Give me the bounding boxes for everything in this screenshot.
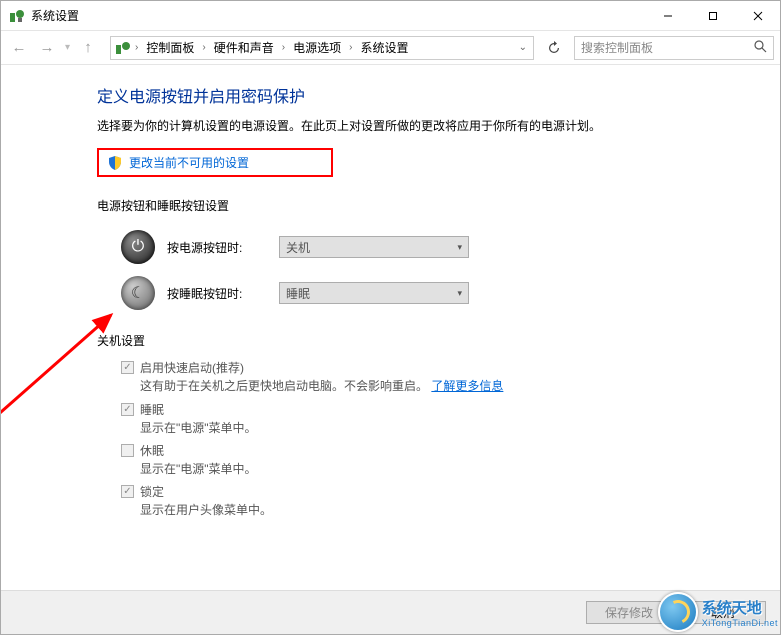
chevron-right-icon[interactable]: › xyxy=(200,42,207,53)
nav-history-dropdown[interactable]: ▾ xyxy=(63,42,72,53)
minimize-button[interactable] xyxy=(645,1,690,30)
fast-startup-option: 启用快速启动(推荐) 这有助于在关机之后更快地启动电脑。不会影响重启。 了解更多… xyxy=(121,359,756,396)
sleep-button-row: ☾ 按睡眠按钮时: 睡眠 ▾ xyxy=(121,270,756,316)
chevron-right-icon[interactable]: › xyxy=(280,42,287,53)
dropdown-value: 关机 xyxy=(286,239,310,256)
search-placeholder: 搜索控制面板 xyxy=(581,39,653,56)
chevron-right-icon[interactable]: › xyxy=(347,42,354,53)
shutdown-section-heading: 关机设置 xyxy=(97,332,756,349)
lock-label: 锁定 xyxy=(140,483,164,500)
page-subtitle: 选择要为你的计算机设置的电源设置。在此页上对设置所做的更改将应用于你所有的电源计… xyxy=(97,117,756,136)
control-panel-icon xyxy=(115,40,131,56)
dropdown-value: 睡眠 xyxy=(286,285,310,302)
breadcrumb-item[interactable]: 硬件和声音 xyxy=(210,39,278,56)
lock-checkbox[interactable] xyxy=(121,485,134,498)
save-button[interactable]: 保存修改 xyxy=(586,601,672,624)
navbar: ← → ▾ ↑ › 控制面板 › 硬件和声音 › 电源选项 › 系统设置 ⌄ 搜… xyxy=(1,31,780,65)
nav-forward-button[interactable]: → xyxy=(35,36,59,60)
button-settings-group: ⏻ 按电源按钮时: 关机 ▾ ☾ 按睡眠按钮时: 睡眠 ▾ xyxy=(97,224,756,316)
cancel-button[interactable]: 取消 xyxy=(680,601,766,624)
breadcrumb-dropdown[interactable]: ⌄ xyxy=(517,42,529,53)
sleep-button-label: 按睡眠按钮时: xyxy=(167,285,267,302)
change-unavailable-settings-link[interactable]: 更改当前不可用的设置 xyxy=(129,154,249,171)
shield-icon xyxy=(107,155,123,171)
chevron-down-icon: ▾ xyxy=(457,288,462,299)
power-button-row: ⏻ 按电源按钮时: 关机 ▾ xyxy=(121,224,756,270)
sleep-option: 睡眠 显示在"电源"菜单中。 xyxy=(121,401,756,438)
sleep-desc: 显示在"电源"菜单中。 xyxy=(140,418,756,438)
fast-startup-label: 启用快速启动(推荐) xyxy=(140,359,244,376)
change-settings-highlight: 更改当前不可用的设置 xyxy=(97,148,333,177)
fast-startup-desc: 这有助于在关机之后更快地启动电脑。不会影响重启。 了解更多信息 xyxy=(140,376,756,396)
search-input[interactable]: 搜索控制面板 xyxy=(574,36,774,60)
lock-desc: 显示在用户头像菜单中。 xyxy=(140,500,756,520)
titlebar: 系统设置 xyxy=(1,1,780,31)
chevron-right-icon[interactable]: › xyxy=(133,42,140,53)
close-button[interactable] xyxy=(735,1,780,30)
nav-back-button[interactable]: ← xyxy=(7,36,31,60)
button-section-heading: 电源按钮和睡眠按钮设置 xyxy=(97,197,756,214)
hibernate-desc: 显示在"电源"菜单中。 xyxy=(140,459,756,479)
window-controls xyxy=(645,1,780,30)
footer: 保存修改 取消 xyxy=(1,590,780,634)
power-button-label: 按电源按钮时: xyxy=(167,239,267,256)
hibernate-checkbox[interactable] xyxy=(121,444,134,457)
window-title: 系统设置 xyxy=(31,7,645,24)
breadcrumb-item[interactable]: 控制面板 xyxy=(142,39,198,56)
breadcrumb[interactable]: › 控制面板 › 硬件和声音 › 电源选项 › 系统设置 ⌄ xyxy=(110,36,534,60)
fast-startup-checkbox[interactable] xyxy=(121,361,134,374)
page-title: 定义电源按钮并启用密码保护 xyxy=(97,83,756,107)
app-icon xyxy=(9,8,25,24)
hibernate-label: 休眠 xyxy=(140,442,164,459)
lock-option: 锁定 显示在用户头像菜单中。 xyxy=(121,483,756,520)
hibernate-option: 休眠 显示在"电源"菜单中。 xyxy=(121,442,756,479)
sleep-button-dropdown[interactable]: 睡眠 ▾ xyxy=(279,282,469,304)
sleep-checkbox[interactable] xyxy=(121,403,134,416)
power-icon: ⏻ xyxy=(121,230,155,264)
nav-up-button[interactable]: ↑ xyxy=(76,36,100,60)
sleep-label: 睡眠 xyxy=(140,401,164,418)
breadcrumb-item[interactable]: 电源选项 xyxy=(289,39,345,56)
moon-icon: ☾ xyxy=(121,276,155,310)
maximize-button[interactable] xyxy=(690,1,735,30)
refresh-button[interactable] xyxy=(542,36,566,60)
chevron-down-icon: ▾ xyxy=(457,242,462,253)
breadcrumb-item[interactable]: 系统设置 xyxy=(356,39,412,56)
shutdown-settings-group: 启用快速启动(推荐) 这有助于在关机之后更快地启动电脑。不会影响重启。 了解更多… xyxy=(97,359,756,521)
learn-more-link[interactable]: 了解更多信息 xyxy=(431,379,503,393)
search-icon[interactable] xyxy=(754,40,767,56)
content: 定义电源按钮并启用密码保护 选择要为你的计算机设置的电源设置。在此页上对设置所做… xyxy=(1,65,780,634)
window: 系统设置 ← → ▾ ↑ › 控制面板 › 硬件和声音 › 电 xyxy=(0,0,781,635)
power-button-dropdown[interactable]: 关机 ▾ xyxy=(279,236,469,258)
